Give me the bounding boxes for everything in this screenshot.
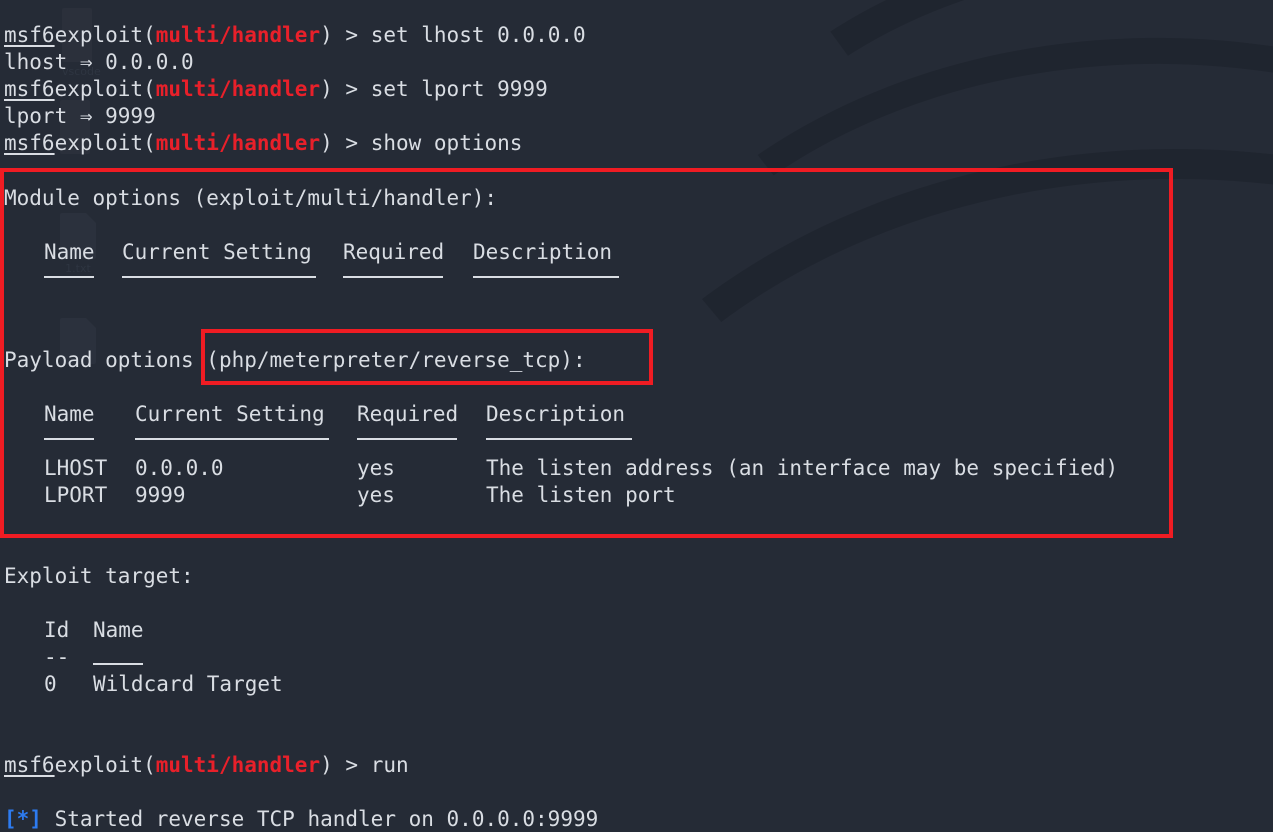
target-col-header-name: Name	[93, 618, 144, 642]
payload-col-header-current-setting: Current Setting	[135, 402, 325, 426]
module-col-header-current-setting: Current Setting	[122, 240, 312, 264]
payload-row-required: yes	[357, 483, 395, 507]
prompt-module-close: )	[320, 131, 333, 155]
prompt-module-name: multi/handler	[155, 77, 321, 101]
target-col-header-id: Id	[44, 618, 70, 642]
payload-row-name: LPORT	[44, 483, 108, 507]
status-marker: [*]	[4, 807, 42, 831]
target-row-name: Wildcard Target	[93, 672, 283, 696]
command-set-lhost: set lhost 0.0.0.0	[370, 23, 586, 47]
module-col-rule-description	[473, 276, 619, 278]
command-set-lport: set lport 9999	[370, 77, 548, 101]
prompt-module: exploit(	[54, 77, 156, 101]
prompt-module-close: )	[320, 753, 333, 777]
prompt-module-name: multi/handler	[155, 131, 321, 155]
target-col-rule-name	[93, 663, 143, 665]
prompt-line-set-lport: msf6exploit(multi/handler) > set lport 9…	[4, 76, 548, 103]
terminal-output: msf6exploit(multi/handler) > set lhost 0…	[0, 0, 1273, 832]
module-col-rule-name	[44, 276, 94, 278]
payload-col-rule-name	[44, 438, 94, 440]
payload-options-heading-target: (php/meterpreter/reverse_tcp):	[206, 348, 586, 372]
prompt-module-close: )	[320, 77, 333, 101]
prompt-user: msf6	[4, 77, 55, 101]
prompt-line-run: msf6exploit(multi/handler) > run	[4, 752, 409, 779]
payload-options-heading: Payload options (php/meterpreter/reverse…	[4, 347, 586, 374]
payload-col-header-description: Description	[486, 402, 626, 426]
target-col-rule-id: --	[44, 645, 70, 669]
terminal-window[interactable]: vscode 1.txt msf6exploit(multi/handler) …	[0, 0, 1273, 832]
status-line: [*] Started reverse TCP handler on 0.0.0…	[4, 806, 598, 832]
prompt-user: msf6	[4, 23, 55, 47]
module-col-rule-required	[343, 276, 443, 278]
prompt-caret: >	[332, 131, 371, 155]
prompt-caret: >	[332, 23, 371, 47]
payload-row-name: LHOST	[44, 456, 108, 480]
prompt-module-name: multi/handler	[155, 23, 321, 47]
payload-row-current-setting: 0.0.0.0	[135, 456, 224, 480]
status-message: Started reverse TCP handler on 0.0.0.0:9…	[54, 807, 599, 831]
module-col-header-required: Required	[343, 240, 445, 264]
payload-col-header-required: Required	[357, 402, 459, 426]
status-message-spacer	[42, 807, 55, 831]
payload-col-rule-required	[357, 438, 457, 440]
payload-col-rule-current-setting	[135, 438, 329, 440]
echo-line-lhost: lhost ⇒ 0.0.0.0	[4, 50, 194, 74]
module-options-heading: Module options (exploit/multi/handler):	[4, 186, 498, 210]
prompt-module-name: multi/handler	[155, 753, 321, 777]
prompt-module-close: )	[320, 23, 333, 47]
prompt-user: msf6	[4, 131, 55, 155]
target-row-id: 0	[44, 672, 57, 696]
prompt-caret: >	[332, 753, 371, 777]
payload-options-heading-prefix: Payload options	[4, 348, 207, 372]
command-run: run	[370, 753, 409, 777]
module-col-header-name: Name	[44, 240, 95, 264]
prompt-line-set-lhost: msf6exploit(multi/handler) > set lhost 0…	[4, 22, 586, 49]
exploit-target-heading: Exploit target:	[4, 564, 194, 588]
payload-row-description: The listen address (an interface may be …	[486, 456, 1119, 480]
module-col-header-description: Description	[473, 240, 613, 264]
command-show-options: show options	[370, 131, 523, 155]
prompt-module: exploit(	[54, 131, 156, 155]
payload-col-rule-description	[486, 438, 632, 440]
prompt-module: exploit(	[54, 753, 156, 777]
payload-col-header-name: Name	[44, 402, 95, 426]
prompt-caret: >	[332, 77, 371, 101]
prompt-module: exploit(	[54, 23, 156, 47]
payload-row-description: The listen port	[486, 483, 676, 507]
module-col-rule-current-setting	[122, 276, 316, 278]
payload-row-current-setting: 9999	[135, 483, 186, 507]
prompt-line-show-options: msf6exploit(multi/handler) > show option…	[4, 130, 522, 157]
payload-row-required: yes	[357, 456, 395, 480]
prompt-user: msf6	[4, 753, 55, 777]
echo-line-lport: lport ⇒ 9999	[4, 104, 156, 128]
